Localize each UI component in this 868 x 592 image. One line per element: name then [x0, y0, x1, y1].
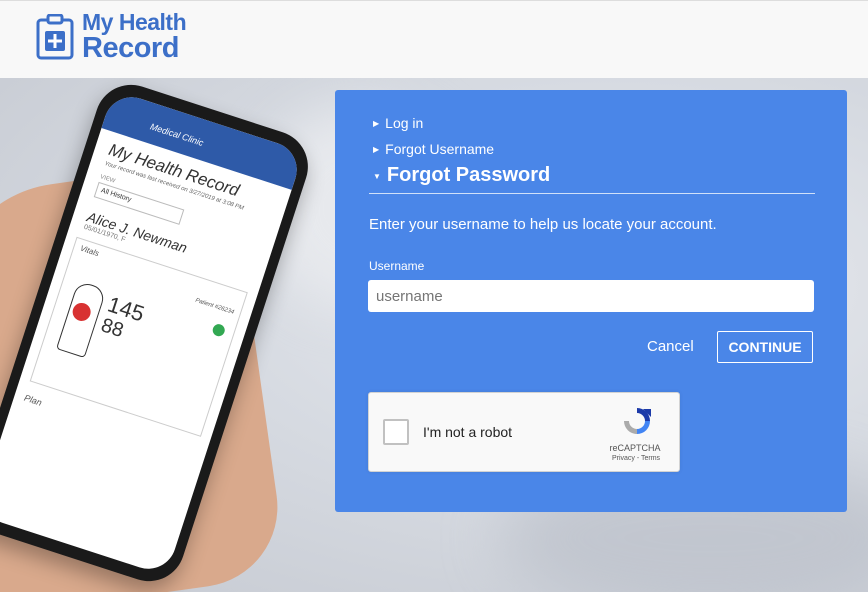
username-label: Username — [369, 259, 425, 273]
site-logo[interactable]: My Health Record — [36, 9, 187, 64]
forgot-username-label: Forgot Username — [385, 141, 495, 157]
forgot-username-link[interactable]: ▶ Forgot Username — [373, 141, 494, 157]
header-bar: My Health Record — [0, 0, 868, 79]
logo-line-2: Record — [82, 32, 179, 64]
clipboard-plus-icon — [36, 13, 74, 60]
logo-line-1: My Health — [82, 9, 187, 35]
username-input[interactable] — [368, 280, 814, 312]
patient-id: Patient #26234 — [194, 297, 235, 316]
cancel-link[interactable]: Cancel — [647, 338, 694, 355]
recaptcha-brand: reCAPTCHA — [609, 443, 661, 453]
forgot-password-heading[interactable]: ▼ Forgot Password — [373, 164, 550, 187]
recaptcha-privacy-terms-link[interactable]: Privacy - Terms — [601, 455, 671, 462]
continue-button[interactable]: CONTINUE — [717, 331, 813, 363]
caret-right-icon: ▶ — [373, 145, 380, 154]
recaptcha-label: I'm not a robot — [423, 424, 513, 440]
recaptcha-logo-icon — [621, 405, 653, 437]
caret-right-icon: ▶ — [373, 119, 380, 128]
logo-text: My Health Record — [82, 9, 187, 64]
forgot-password-panel: ▶ Log in ▶ Forgot Username ▼ Forgot Passwor… — [335, 90, 847, 512]
recaptcha-checkbox[interactable] — [383, 419, 409, 445]
forgot-password-label: Forgot Password — [386, 164, 551, 186]
vitals-title: Vitals — [78, 243, 101, 259]
login-link-label: Log in — [385, 115, 424, 131]
instructions-text: Enter your username to help us locate yo… — [369, 216, 717, 233]
section-divider — [369, 193, 815, 194]
login-link[interactable]: ▶ Log in — [373, 115, 423, 131]
recaptcha-widget: I'm not a robot reCAPTCHA Privacy - Term… — [368, 392, 680, 472]
caret-down-icon: ▼ — [373, 172, 381, 181]
